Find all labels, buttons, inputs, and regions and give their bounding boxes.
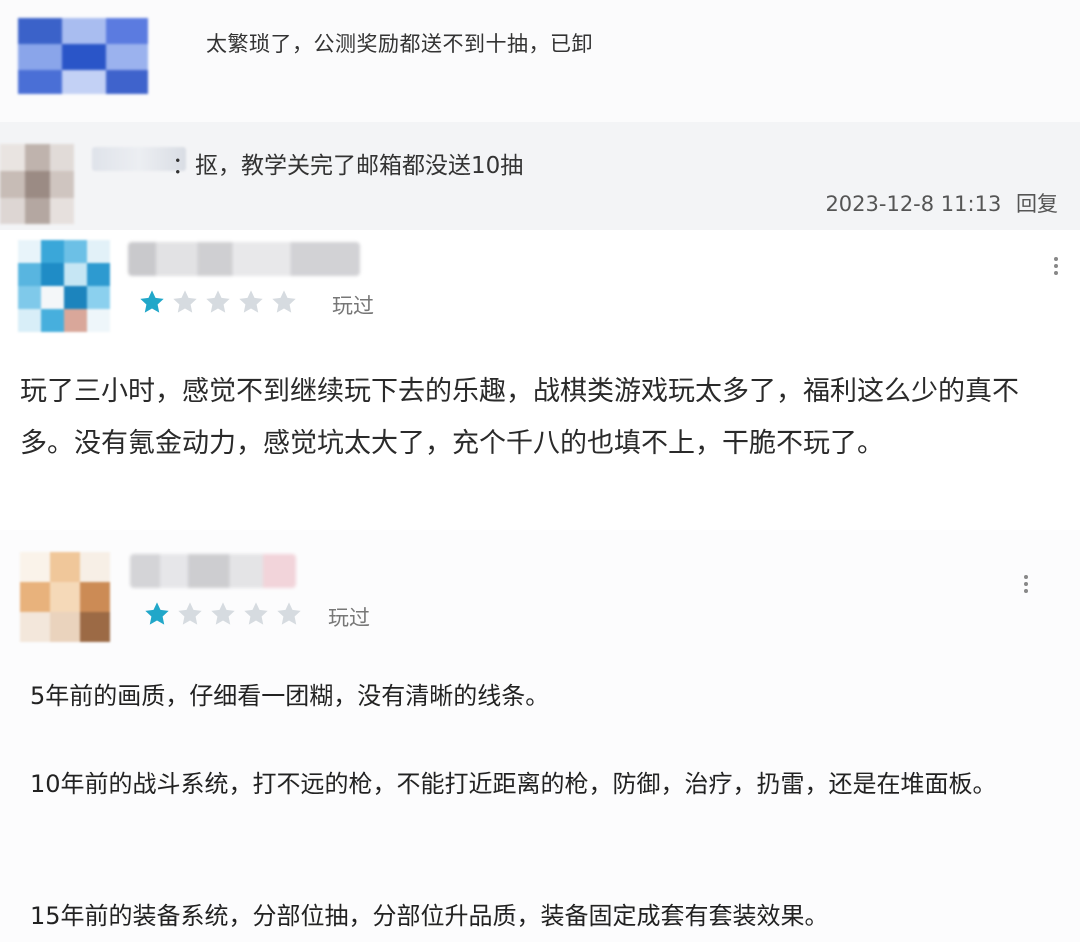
reply-button[interactable]: 回复 [1016, 192, 1058, 216]
star-icon-filled [145, 602, 169, 625]
star-icon-empty [272, 290, 296, 313]
star-icon-empty [173, 290, 197, 313]
username-blurred[interactable] [130, 554, 296, 588]
username-blurred[interactable] [128, 242, 360, 276]
played-badge: 玩过 [332, 294, 374, 318]
star-icon-filled [140, 290, 164, 313]
star-icon-empty [211, 602, 235, 625]
reply-item-1: 太繁琐了，公测奖励都送不到十抽，已卸 [0, 0, 1080, 122]
review-paragraph: 5年前的画质，仔细看一团糊，没有清晰的线条。 [30, 682, 550, 710]
star-icon-empty [178, 602, 202, 625]
reply-meta: 2023-12-8 11:13 回复 [825, 188, 1058, 218]
review-text: 玩了三小时，感觉不到继续玩下去的乐趣，战棋类游戏玩太多了，福利这么少的真不多。没… [20, 376, 1019, 459]
star-rating [138, 288, 303, 316]
star-icon-empty [206, 290, 230, 313]
review-paragraph: 10年前的战斗系统，打不远的枪，不能打近距离的枪，防御，治疗，扔雷，还是在堆面板… [30, 770, 997, 798]
star-icon-empty [244, 602, 268, 625]
reply-text: ：抠，教学关完了邮箱都没送10抽 [172, 153, 524, 179]
avatar[interactable] [18, 18, 148, 94]
avatar[interactable] [20, 552, 110, 642]
star-icon-empty [277, 602, 301, 625]
timestamp: 2023-12-8 11:13 [825, 192, 1002, 216]
review-paragraph: 15年前的装备系统，分部位抽，分部位升品质，装备固定成套有套装效果。 [30, 902, 829, 930]
review-card-1: 玩过 玩了三小时，感觉不到继续玩下去的乐趣，战棋类游戏玩太多了，福利这么少的真不… [0, 230, 1080, 530]
avatar[interactable] [18, 240, 110, 332]
avatar[interactable] [0, 144, 74, 224]
star-rating [143, 600, 308, 628]
more-options-icon[interactable] [1054, 254, 1058, 278]
review-card-2: 玩过 5年前的画质，仔细看一团糊，没有清晰的线条。 10年前的战斗系统，打不远的… [0, 530, 1080, 942]
reply-item-2: ：抠，教学关完了邮箱都没送10抽 2023-12-8 11:13 回复 [0, 122, 1080, 230]
played-badge: 玩过 [328, 606, 370, 630]
star-icon-empty [239, 290, 263, 313]
more-options-icon[interactable] [1024, 572, 1028, 596]
reply-text: 太繁琐了，公测奖励都送不到十抽，已卸 [206, 32, 593, 56]
